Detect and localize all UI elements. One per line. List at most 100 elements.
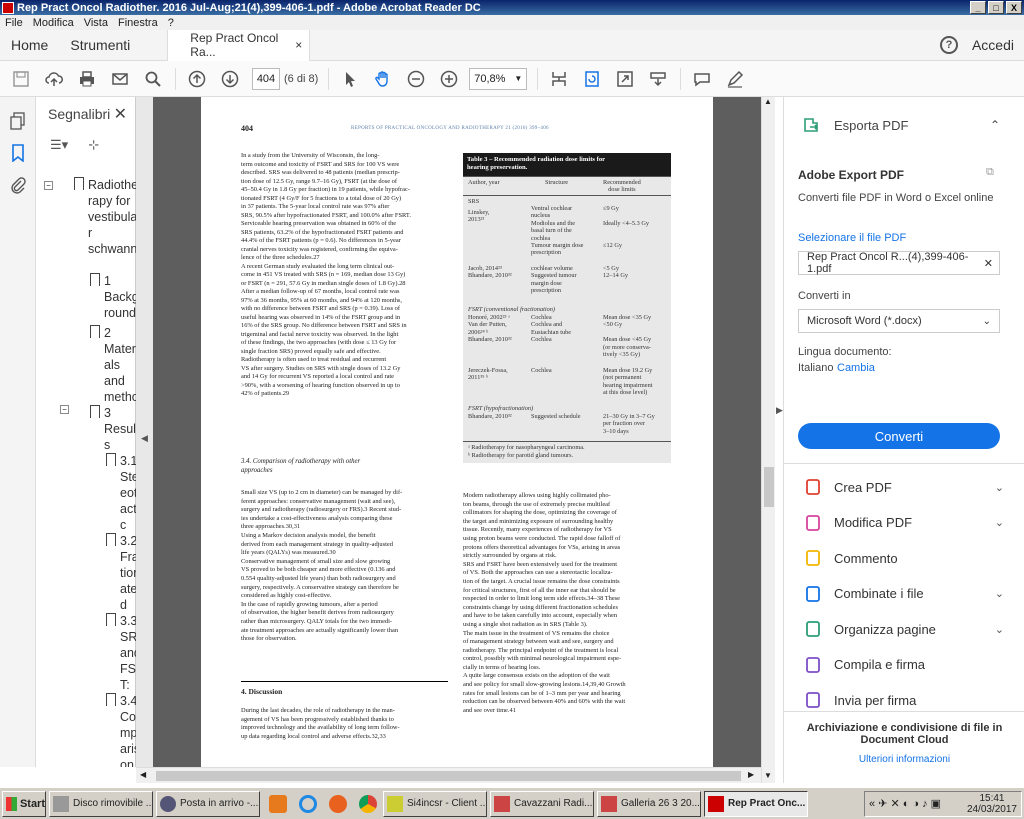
start-button[interactable]: Start	[2, 790, 46, 817]
table-footnote: ᵃ Radiotherapy for nasopharyngeal carcin…	[468, 444, 585, 451]
tab-tools[interactable]: Strumenti	[59, 37, 141, 53]
zoom-level-select[interactable]: 70,8% ▼	[469, 67, 528, 90]
sign-in-link[interactable]: Accedi	[972, 37, 1014, 53]
page-thumbnails-icon[interactable]	[0, 105, 36, 137]
format-select[interactable]: Microsoft Word (*.docx) ⌄	[798, 309, 1000, 333]
full-screen-icon[interactable]	[613, 67, 637, 91]
change-language-link[interactable]: Cambia	[837, 362, 875, 374]
task-galleria[interactable]: Galleria 26 3 20...	[597, 790, 701, 817]
search-icon[interactable]	[141, 67, 165, 91]
upload-cloud-icon[interactable]	[42, 67, 66, 91]
copy-icon[interactable]: ⧉	[986, 166, 994, 179]
bookmark-item[interactable]: 3.3 SRS and FSR T:	[106, 613, 136, 693]
task-cavazzani[interactable]: Cavazzani Radi...	[490, 790, 594, 817]
document-vertical-scrollbar[interactable]: ▲ ▼	[761, 97, 775, 783]
scroll-up-icon[interactable]: ▲	[764, 97, 772, 106]
menu-help[interactable]: ?	[163, 17, 179, 29]
tool-item[interactable]: Commento	[804, 548, 1004, 568]
tab-document[interactable]: Rep Pract Oncol Ra... ×	[167, 29, 311, 61]
clock-time: 15:41	[979, 792, 1005, 804]
task-client[interactable]: Si4incsr - Client ...	[383, 790, 487, 817]
doc-language-value: Italiano	[798, 362, 834, 374]
collapse-right-icon[interactable]: ▶	[776, 405, 783, 416]
document-horizontal-scrollbar[interactable]: ◀ ▶	[136, 767, 761, 783]
tab-home[interactable]: Home	[0, 37, 59, 53]
selected-file-field[interactable]: Rep Pract Oncol R...(4),399-406-1.pdf ✕	[798, 251, 1000, 275]
close-panel-icon[interactable]: ✕	[114, 104, 127, 124]
bookmark-item[interactable]: 3.2 Frac tion ate d	[106, 533, 136, 613]
panel-splitter[interactable]: ◀	[136, 97, 153, 767]
media-player-icon[interactable]	[266, 792, 290, 816]
collapse-toggle-icon[interactable]: −	[44, 181, 53, 190]
previous-page-icon[interactable]	[185, 67, 209, 91]
tool-item[interactable]: Invia per firma	[804, 690, 1004, 710]
rotate-icon[interactable]	[580, 67, 604, 91]
options-menu-icon[interactable]: ☰▾	[50, 137, 68, 153]
comment-icon[interactable]	[690, 67, 714, 91]
tool-item[interactable]: Compila e firma	[804, 655, 1004, 675]
draw-pen-icon[interactable]	[723, 67, 747, 91]
bookmark-label: d	[120, 598, 127, 612]
firefox-icon[interactable]	[326, 792, 350, 816]
convert-button[interactable]: Converti	[798, 423, 1000, 449]
expand-bookmark-icon[interactable]: ⊹	[88, 137, 99, 153]
scroll-thumb[interactable]	[764, 467, 774, 507]
hand-tool-icon[interactable]	[371, 67, 395, 91]
internet-explorer-icon[interactable]	[296, 792, 320, 816]
menu-finestra[interactable]: Finestra	[113, 17, 163, 29]
export-pdf-header[interactable]: Esporta PDF ⌃	[784, 97, 1024, 153]
scroll-down-icon[interactable]: ▼	[764, 771, 772, 780]
tool-item[interactable]: Combinate i file ⌄	[804, 584, 1004, 604]
bookmark-item[interactable]: 1 Backg round	[90, 273, 136, 321]
menu-vista[interactable]: Vista	[79, 17, 113, 29]
table-cell: Cochlea Cochlea and Eustachian tube Coch…	[531, 314, 572, 344]
document-cloud-promo: Archiviazione e condivisione di file in …	[784, 711, 1024, 783]
bookmark-item[interactable]: 3.1 Ster eot acti c	[106, 453, 136, 533]
tray-icons[interactable]: « ✈ ✕ ◐ ◑ ♪ ▣	[869, 797, 941, 810]
menu-modifica[interactable]: Modifica	[28, 17, 79, 29]
task-inbox[interactable]: Posta in arrivo -...	[156, 790, 260, 817]
chrome-icon[interactable]	[356, 792, 380, 816]
collapse-toggle-icon[interactable]: −	[60, 405, 69, 414]
bookmark-item[interactable]: 3 Result s	[90, 405, 136, 453]
tool-item[interactable]: Modifica PDF ⌄	[804, 513, 1004, 533]
menu-file[interactable]: File	[0, 17, 28, 29]
bookmarks-icon[interactable]	[0, 137, 36, 169]
tool-item[interactable]: Organizza pagine ⌄	[804, 619, 1004, 639]
bookmark-label: Ster	[120, 470, 136, 484]
select-cursor-icon[interactable]	[338, 67, 362, 91]
scroll-thumb[interactable]	[156, 771, 741, 781]
tool-item[interactable]: Crea PDF ⌄	[804, 477, 1004, 497]
text-line: improved technology and the availability…	[241, 724, 400, 732]
text-line: respected in order to limit long term si…	[463, 595, 621, 603]
bookmark-item[interactable]: Radiothe rapy for vestibula r schwann	[74, 177, 136, 257]
learn-more-link[interactable]: Ulteriori informazioni	[784, 754, 1024, 765]
task-label: Si4incsr - Client ...	[407, 798, 487, 809]
read-mode-icon[interactable]	[646, 67, 670, 91]
bookmark-item[interactable]: 3.4 Co mp aris on	[106, 693, 136, 767]
fit-page-icon[interactable]	[547, 67, 571, 91]
pdf-file-icon	[494, 795, 510, 812]
collapse-left-icon[interactable]: ◀	[141, 433, 148, 444]
minimize-button[interactable]: _	[970, 1, 986, 14]
bookmark-label: 1	[104, 274, 111, 288]
close-tab-icon[interactable]: ×	[295, 38, 302, 52]
clear-file-icon[interactable]: ✕	[984, 257, 993, 270]
maximize-button[interactable]: □	[988, 1, 1004, 14]
scroll-right-icon[interactable]: ▶	[748, 770, 754, 779]
next-page-icon[interactable]	[218, 67, 242, 91]
scroll-left-icon[interactable]: ◀	[140, 770, 146, 779]
zoom-out-icon[interactable]	[404, 67, 428, 91]
email-icon[interactable]	[108, 67, 132, 91]
close-window-button[interactable]: X	[1006, 1, 1022, 14]
bookmark-item[interactable]: 2 Materi als and metho	[90, 325, 136, 405]
help-icon[interactable]: ?	[939, 36, 958, 54]
task-rep-pract[interactable]: Rep Pract Onc...	[704, 790, 808, 817]
task-removable-disk[interactable]: Disco rimovibile ...	[49, 790, 153, 817]
clock[interactable]: 15:41 24/03/2017	[967, 793, 1017, 815]
zoom-in-icon[interactable]	[437, 67, 461, 91]
attachments-icon[interactable]	[0, 169, 36, 201]
print-icon[interactable]	[75, 67, 99, 91]
page-number-input[interactable]: 404	[252, 67, 280, 90]
save-icon[interactable]	[9, 67, 33, 91]
